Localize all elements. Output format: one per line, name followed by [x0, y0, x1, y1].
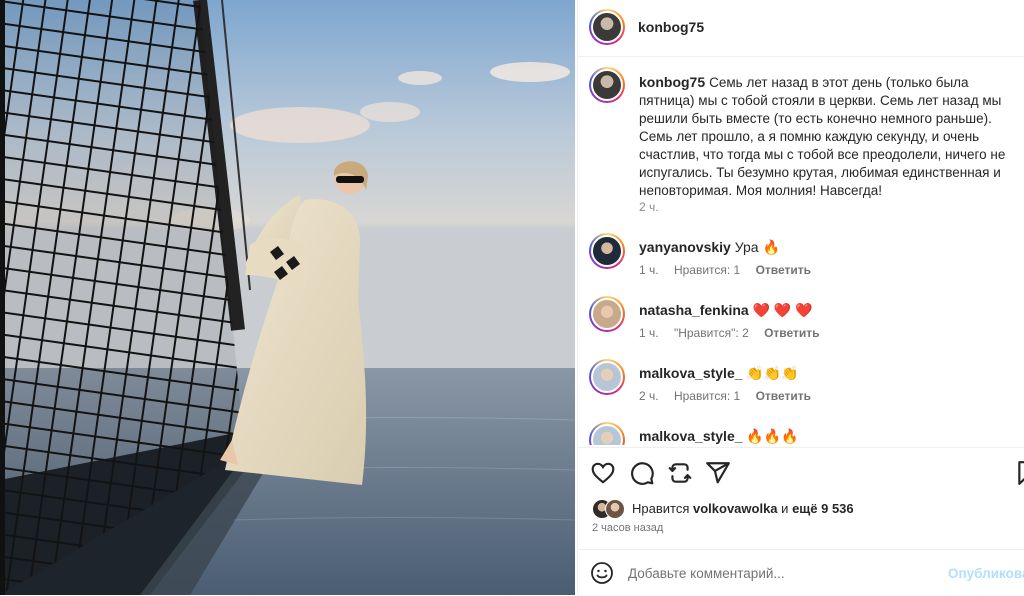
comment-text: 👏👏👏 [746, 365, 799, 381]
likes-count[interactable]: ещё 9 536 [792, 501, 854, 516]
comments-scroll-area[interactable]: konbog75 Семь лет назад в этот день (толь… [578, 57, 1024, 445]
comment-bubble-icon[interactable] [629, 460, 655, 486]
comment-likes-count[interactable]: Нравится: 1 [674, 263, 740, 277]
likes-prefix: Нравится [632, 501, 690, 516]
comment-input[interactable] [628, 562, 928, 584]
comment-likes-count[interactable]: Нравится: 1 [674, 389, 740, 403]
caption-username[interactable]: konbog75 [639, 74, 705, 90]
commenter-avatar[interactable] [589, 359, 625, 395]
reply-button[interactable]: Ответить [764, 326, 819, 340]
paper-plane-icon[interactable] [705, 460, 731, 486]
comment-text: Ура 🔥 [734, 239, 780, 255]
heart-icon[interactable] [590, 460, 616, 486]
publish-button[interactable]: Опубликовать [948, 566, 1024, 581]
author-username[interactable]: konbog75 [638, 19, 704, 35]
caption-timestamp: 2 ч. [639, 200, 659, 214]
comment-text: ❤️ ❤️ ❤️ [752, 302, 813, 318]
reply-button[interactable]: Ответить [756, 389, 811, 403]
post-actions-bar [578, 447, 1024, 498]
post-details-panel: konbog75 konbog75 Семь лет назад в этот д… [577, 0, 1024, 595]
reply-button[interactable]: Ответить [756, 263, 811, 277]
post-photo[interactable] [0, 0, 575, 595]
comment-item: malkova_style_ 🔥🔥🔥 [578, 422, 1024, 445]
post-header: konbog75 [578, 0, 1024, 57]
author-avatar[interactable] [589, 9, 625, 45]
comment-text: 🔥🔥🔥 [746, 428, 799, 444]
comment-time: 2 ч. [639, 389, 659, 403]
liker-username[interactable]: volkovawolka [693, 501, 778, 516]
post-caption: konbog75 Семь лет назад в этот день (толь… [639, 73, 1024, 200]
comment-item: natasha_fenkina ❤️ ❤️ ❤️ 1 ч. "Нравится"… [578, 296, 1024, 356]
comment-username[interactable]: yanyanovskiy [639, 239, 731, 255]
repost-icon[interactable] [667, 460, 693, 486]
commenter-avatar[interactable] [589, 422, 625, 445]
comment-item: yanyanovskiy Ура 🔥 1 ч. Нравится: 1 Отве… [578, 233, 1024, 293]
liker-avatar [605, 499, 625, 519]
caption-text: Семь лет назад в этот день (только была … [639, 75, 1006, 198]
smiley-icon[interactable] [590, 561, 614, 585]
caption-author-avatar[interactable] [589, 67, 625, 103]
likers-avatars [592, 499, 628, 519]
commenter-avatar[interactable] [589, 233, 625, 269]
commenter-avatar[interactable] [589, 296, 625, 332]
likes-conjunction: и [781, 501, 789, 516]
comment-likes-count[interactable]: "Нравится": 2 [674, 326, 749, 340]
comment-time: 1 ч. [639, 326, 659, 340]
post-timestamp[interactable]: 2 часов назад [592, 522, 663, 534]
comment-username[interactable]: malkova_style_ [639, 428, 743, 444]
comment-item: malkova_style_ 👏👏👏 2 ч. Нравится: 1 Отве… [578, 359, 1024, 419]
comment-composer: Опубликовать [578, 549, 1024, 596]
bookmark-icon[interactable] [1015, 460, 1024, 486]
comment-username[interactable]: natasha_fenkina [639, 302, 749, 318]
comment-time: 1 ч. [639, 263, 659, 277]
comment-username[interactable]: malkova_style_ [639, 365, 743, 381]
